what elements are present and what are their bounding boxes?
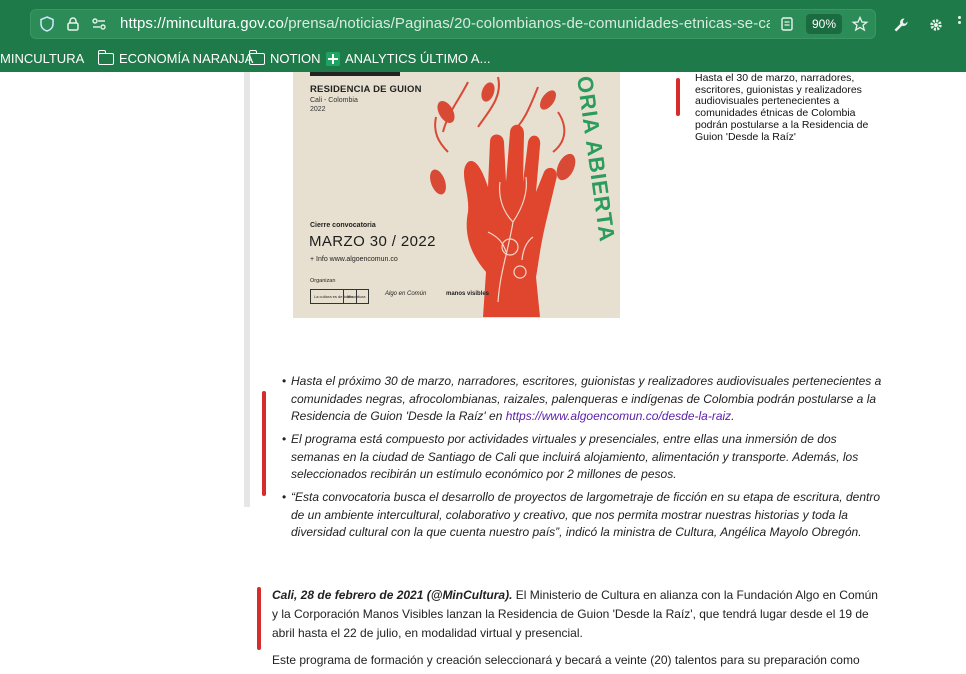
poster-title: RESIDENCIA DE GUION bbox=[310, 84, 422, 95]
url-host: https://mincultura.gov.co bbox=[120, 15, 284, 32]
poster-hand-illustration bbox=[430, 76, 576, 317]
bullets-accent-bar bbox=[262, 391, 266, 496]
paragraph-lead: Cali, 28 de febrero de 2021 (@MinCultura… bbox=[272, 588, 513, 602]
bookmark-label: NOTION bbox=[270, 51, 321, 66]
content-left-border bbox=[244, 72, 250, 507]
article-paragraph-1: Cali, 28 de febrero de 2021 (@MinCultura… bbox=[272, 586, 882, 643]
folder-icon bbox=[248, 49, 265, 65]
bullet-text: “Esta convocatoria busca el desarrollo d… bbox=[291, 490, 880, 539]
poster-image: RESIDENCIA DE GUION Cali - Colombia 2022 bbox=[293, 72, 620, 318]
bookmark-label: ANALYTICS ÚLTIMO A... bbox=[345, 51, 491, 66]
sheets-icon bbox=[326, 51, 340, 66]
url-text[interactable]: https://mincultura.gov.co/prensa/noticia… bbox=[120, 15, 770, 32]
site-permissions-icon[interactable] bbox=[90, 15, 108, 33]
summary-bullets: Hasta el próximo 30 de marzo, narradores… bbox=[282, 373, 882, 547]
bookmark-mincultura[interactable]: MINCULTURA bbox=[0, 51, 84, 66]
address-bar[interactable]: https://mincultura.gov.co/prensa/noticia… bbox=[30, 9, 876, 39]
poster-location: Cali - Colombia bbox=[310, 97, 358, 104]
bookmark-label: ECONOMÍA NARANJA bbox=[119, 51, 254, 66]
image-caption: Hasta el 30 de marzo, narradores, escrit… bbox=[695, 72, 869, 143]
zoom-level-button[interactable]: 90% bbox=[806, 14, 842, 34]
url-path: /prensa/noticias/Paginas/20-colombianos-… bbox=[283, 15, 770, 32]
wrench-icon[interactable] bbox=[892, 16, 910, 34]
list-item: El programa está compuesto por actividad… bbox=[282, 431, 882, 484]
poster-year: 2022 bbox=[310, 106, 326, 113]
poster-organizan: Organizan bbox=[310, 278, 336, 284]
poster-cierre-label: Cierre convocatoria bbox=[310, 222, 376, 229]
poster-logo-mincultura: Mincultura bbox=[343, 289, 370, 304]
browser-toolbar: https://mincultura.gov.co/prensa/noticia… bbox=[0, 0, 966, 72]
bookmark-analytics[interactable]: ANALYTICS ÚLTIMO A... bbox=[326, 51, 490, 66]
overflow-menu-icon[interactable] bbox=[958, 14, 966, 32]
bullet-text: El programa está compuesto por actividad… bbox=[291, 432, 859, 481]
desde-la-raiz-link[interactable]: https://www.algoencomun.co/desde-la-raiz bbox=[506, 409, 731, 423]
poster-logo-algoencomun: Algo en Común bbox=[385, 291, 427, 297]
poster-logo-strip bbox=[310, 72, 400, 76]
shield-icon[interactable] bbox=[38, 15, 56, 33]
paragraph-accent-bar bbox=[257, 587, 261, 650]
poster-logo-manosvisibles: manos visibles bbox=[446, 291, 490, 297]
lock-icon[interactable] bbox=[64, 15, 82, 33]
bullet-text-end: . bbox=[731, 409, 735, 423]
bookmarks-bar: MINCULTURA ECONOMÍA NARANJA NOTION ANALY… bbox=[0, 46, 966, 72]
poster-info: + Info www.algoencomun.co bbox=[310, 256, 398, 263]
list-item: Hasta el próximo 30 de marzo, narradores… bbox=[282, 373, 882, 426]
folder-icon bbox=[97, 49, 114, 65]
gear-icon[interactable] bbox=[927, 16, 945, 34]
star-icon[interactable] bbox=[851, 15, 869, 33]
reader-view-icon[interactable] bbox=[778, 15, 796, 33]
bookmark-notion[interactable]: NOTION bbox=[248, 49, 321, 66]
bookmark-economia-naranja[interactable]: ECONOMÍA NARANJA bbox=[97, 49, 254, 66]
bookmark-label: MINCULTURA bbox=[0, 51, 85, 66]
caption-accent-bar bbox=[676, 78, 680, 116]
list-item: “Esta convocatoria busca el desarrollo d… bbox=[282, 489, 882, 542]
poster-date: MARZO 30 / 2022 bbox=[309, 233, 436, 250]
article-paragraph-2: Este programa de formación y creación se… bbox=[272, 653, 860, 667]
